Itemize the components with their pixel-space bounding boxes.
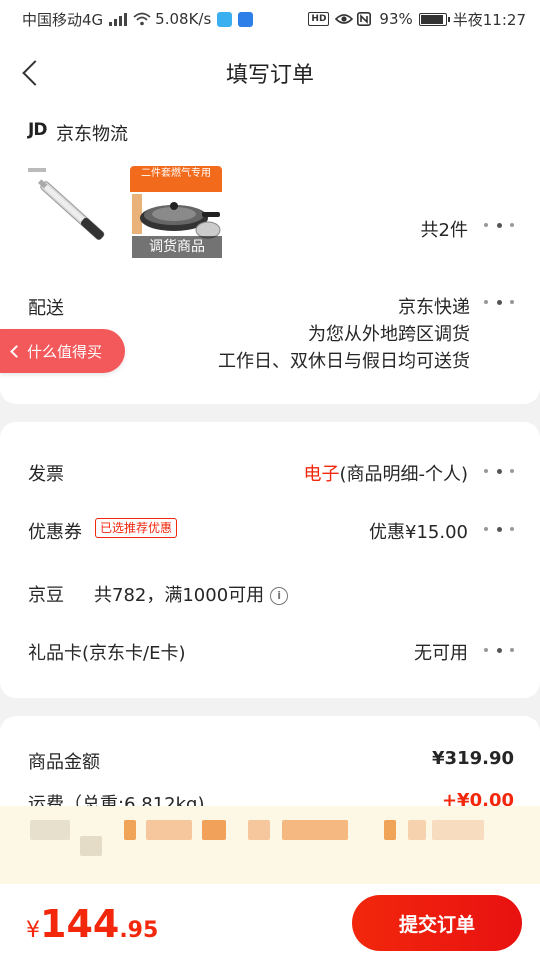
total-decimal: .95 [119, 918, 159, 943]
coupon-recommended-badge: 已选推荐优惠 [95, 518, 178, 538]
carrier-label: 中国移动4G [22, 10, 104, 29]
blur-block [248, 820, 270, 840]
giftcard-label: 礼品卡(京东卡/E卡) [28, 643, 186, 664]
signal-icon [109, 12, 128, 26]
blur-block [146, 820, 192, 840]
more-icon-invoice[interactable] [484, 467, 514, 475]
invoice-detail: (商品明细-个人) [339, 464, 468, 485]
total-integer: 144 [40, 902, 120, 946]
blurred-notice-banner [0, 806, 540, 884]
delivery-info[interactable]: 京东快递 为您从外地跨区调货 工作日、双休日与假日均可送货 [218, 294, 470, 375]
logistics-label: 京东物流 [56, 124, 128, 145]
message-app-icon [238, 11, 254, 27]
nfc-icon [357, 12, 373, 26]
product-banner-text: 二件套燃气专用 [141, 168, 211, 179]
eye-icon [335, 12, 354, 26]
video-app-icon [217, 11, 233, 27]
currency-symbol: ¥ [26, 918, 40, 943]
more-icon-delivery[interactable] [484, 298, 514, 306]
blur-block [202, 820, 226, 840]
item-count: 共2件 [420, 220, 468, 241]
delivery-note-transfer: 为您从外地跨区调货 [308, 324, 470, 345]
checkout-bar: ¥144.95 提交订单 [0, 884, 540, 960]
blur-block [432, 820, 484, 840]
hd-icon: HD [308, 12, 330, 26]
info-icon[interactable]: i [270, 587, 289, 605]
invoice-value[interactable]: 电子(商品明细-个人) [303, 460, 468, 486]
transfer-goods-tag: 调货商品 [132, 236, 222, 258]
product-thumbnail-knife[interactable] [26, 166, 118, 256]
jd-beans-info: 共782，满1000可用 i [94, 581, 289, 607]
coupon-value[interactable]: 优惠¥15.00 [369, 518, 468, 544]
delivery-label: 配送 [28, 298, 64, 319]
giftcard-value[interactable]: 无可用 [414, 639, 468, 665]
blur-block [80, 836, 102, 856]
goods-amount-label: 商品金额 [28, 752, 100, 773]
invoice-type: 电子 [303, 464, 340, 485]
goods-amount-value: ¥319.90 [432, 748, 514, 769]
status-bar: 中国移动4G 5.08K/s HD 93% 半夜11:27 [0, 0, 540, 38]
battery-icon [418, 12, 450, 26]
more-icon-coupon[interactable] [484, 525, 514, 533]
delivery-method: 京东快递 [398, 297, 470, 318]
page-title: 填写订单 [225, 63, 314, 88]
smzdm-float-button[interactable]: 什么值得买 [0, 329, 125, 373]
more-icon-giftcard[interactable] [484, 646, 514, 654]
more-icon-items[interactable] [484, 221, 514, 229]
float-pill-label: 什么值得买 [27, 342, 103, 361]
product-thumbnail-cookware[interactable]: 二件套燃气专用 调货商品 [130, 166, 222, 258]
wifi-icon [133, 12, 151, 26]
blur-block [30, 820, 70, 840]
clock: 半夜11:27 [452, 10, 526, 29]
delivery-note-schedule: 工作日、双休日与假日均可送货 [218, 351, 470, 372]
net-speed: 5.08K/s [155, 10, 212, 28]
payment-options-card: 发票 电子(商品明细-个人) 优惠券 已选推荐优惠 优惠¥15.00 京豆 共7… [0, 422, 540, 698]
coupon-label: 优惠券 [28, 522, 82, 543]
blur-block [124, 820, 136, 840]
blur-block [282, 820, 348, 840]
jd-beans-label: 京豆 [28, 585, 64, 606]
blur-block [384, 820, 396, 840]
jd-logo: JD [28, 120, 47, 140]
back-icon[interactable] [18, 56, 48, 90]
invoice-label: 发票 [28, 464, 64, 485]
battery-percent: 93% [379, 10, 413, 28]
submit-order-button[interactable]: 提交订单 [352, 895, 522, 951]
jd-beans-info-text: 共782，满1000可用 [94, 585, 265, 606]
blur-block [408, 820, 426, 840]
total-price: ¥144.95 [26, 902, 158, 946]
chevron-left-icon [10, 344, 23, 358]
